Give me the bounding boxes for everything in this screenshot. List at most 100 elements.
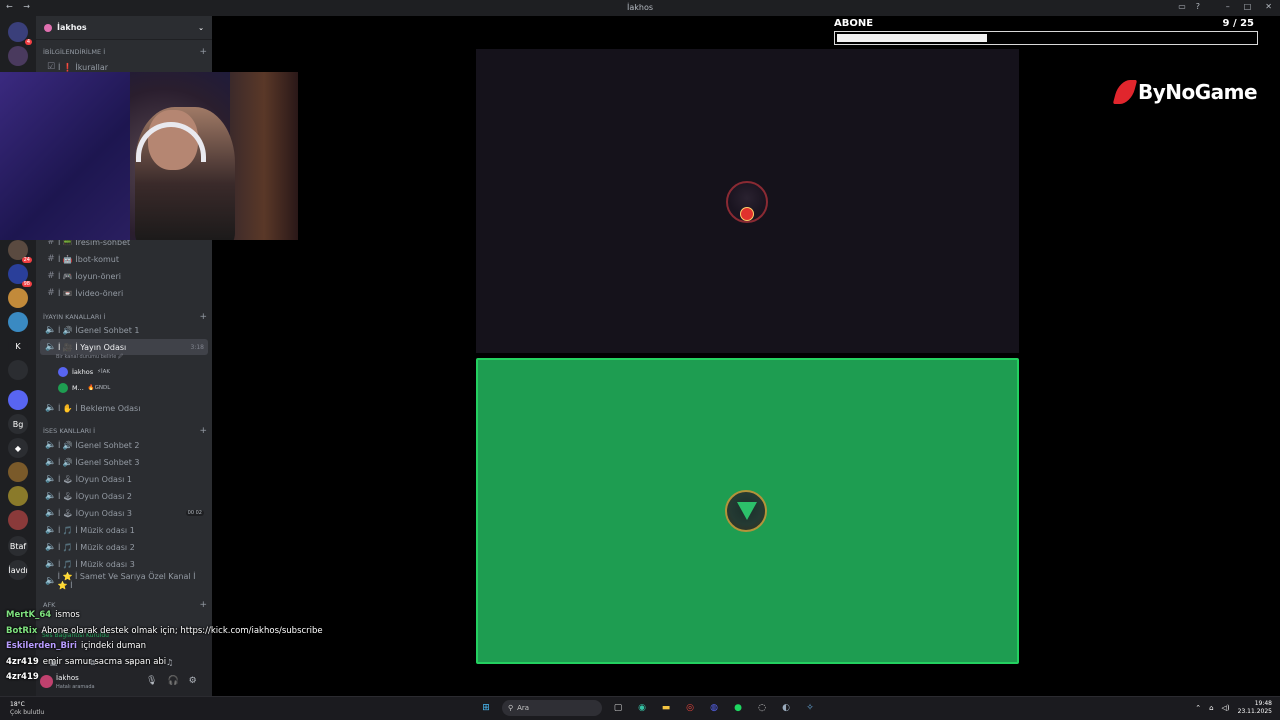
sponsor-logo: ByNoGame xyxy=(1112,80,1258,104)
participant-avatar-speaking[interactable] xyxy=(725,490,767,532)
text-channel[interactable]: # İ 🎮 İoyun-öneri xyxy=(40,268,208,284)
chat-text: Abone olarak destek olmak için; https://… xyxy=(41,625,323,636)
windows-start-icon[interactable]: ⊞ xyxy=(478,700,494,716)
speaker-icon: 🔈 xyxy=(45,559,57,569)
discord-icon[interactable]: ◍ xyxy=(706,700,722,716)
avatar xyxy=(58,383,68,393)
add-channel-icon[interactable]: + xyxy=(199,426,207,436)
taskbar: 18°C Çok bulutlu ⊞ ⚲ Ara ▢ ◉ ▬ ◎ ◍ ● ◌ ◐ … xyxy=(0,696,1280,720)
voice-channel-active[interactable]: 🔈 İ 🎥 İ Yayın Odası 3:18 xyxy=(40,339,208,355)
voice-channel[interactable]: 🔈 İ 🕹 İOyun Odası 2 xyxy=(40,488,208,504)
app-icon[interactable]: ✧ xyxy=(802,700,818,716)
server-icon[interactable]: 24 xyxy=(8,240,32,263)
chat-message: 4zr419 xyxy=(6,670,336,686)
network-icon[interactable]: ⌂ xyxy=(1209,704,1213,712)
voice-channel[interactable]: 🔈 İ 🔊 İGenel Sohbet 2 xyxy=(40,437,208,453)
system-clock[interactable]: 19:48 23.11.2025 xyxy=(1238,700,1272,716)
server-icon[interactable]: Btaf xyxy=(8,536,28,556)
chrome-icon[interactable]: ◎ xyxy=(682,700,698,716)
category-info[interactable]: İBİLGİLENDİRİLME İ + xyxy=(43,47,207,57)
speaker-icon: 🔈 xyxy=(45,508,57,518)
speaker-icon: 🔈 xyxy=(45,474,57,484)
minimize-icon[interactable]: – xyxy=(1226,2,1230,11)
server-icon[interactable] xyxy=(8,462,28,482)
volume-icon[interactable]: ◁) xyxy=(1222,704,1230,712)
guild-name: İakhos xyxy=(57,23,87,32)
participant-avatar[interactable] xyxy=(726,181,768,223)
server-icon[interactable] xyxy=(8,486,28,506)
chat-text: ismos xyxy=(55,610,80,620)
chat-message: MertK_64 ismos xyxy=(6,608,336,624)
steam-icon[interactable]: ◐ xyxy=(778,700,794,716)
chat-username: 4zr419 xyxy=(6,656,39,667)
speaker-icon: 🔈 xyxy=(45,542,57,552)
add-channel-icon[interactable]: + xyxy=(199,47,207,57)
chevron-down-icon[interactable]: ⌄ xyxy=(198,24,204,32)
speaker-icon: 🔈 xyxy=(45,342,57,352)
obs-icon[interactable]: ◌ xyxy=(754,700,770,716)
category-voice[interactable]: İSES KANLLARI İ + xyxy=(43,426,207,436)
guild-header[interactable]: İakhos ⌄ xyxy=(36,16,212,40)
subscriber-goal: ABONE 9 / 25 xyxy=(834,18,1258,45)
maximize-icon[interactable]: □ xyxy=(1244,2,1252,11)
logo-triangle-icon xyxy=(737,502,757,520)
category-stream[interactable]: İYAYIN KANALLARI İ + xyxy=(43,312,207,322)
chevron-up-icon[interactable]: ⌃ xyxy=(1195,704,1201,712)
avatar xyxy=(58,367,68,377)
help-icon[interactable]: ? xyxy=(1196,2,1200,11)
task-view-icon[interactable]: ▢ xyxy=(610,700,626,716)
server-icon[interactable]: ◆ xyxy=(8,438,28,458)
server-icon[interactable] xyxy=(8,46,28,66)
goal-progress-fill xyxy=(837,34,988,42)
chat-text: emir samur sacma sapan abi xyxy=(42,656,167,667)
hash-icon: # xyxy=(47,288,55,298)
server-icon[interactable] xyxy=(8,510,28,530)
server-icon[interactable]: Bg xyxy=(8,414,28,434)
server-icon[interactable] xyxy=(8,390,28,410)
server-icon[interactable] xyxy=(8,312,28,332)
speaker-icon: 🔈 xyxy=(45,325,57,335)
voice-channel[interactable]: 🔈 İ ✋ İ Bekleme Odası xyxy=(40,400,208,416)
speaker-icon: 🔈 xyxy=(45,491,57,501)
chat-message: 4zr419 emir samur sacma sapan abi xyxy=(6,655,336,671)
voice-channel[interactable]: 🔈 İ 🎵 İ Müzik odası 3 xyxy=(40,556,208,572)
voice-channel[interactable]: 🔈 İ 🕹 İOyun Odası 1 xyxy=(40,471,208,487)
search-icon: ⚲ xyxy=(508,704,514,712)
text-channel[interactable]: # İ 🤖 İbot-komut xyxy=(40,251,208,267)
server-icon[interactable]: 4 xyxy=(8,22,32,45)
voice-user[interactable]: İakhos ⚡İAK xyxy=(58,367,110,377)
speaker-icon: 🔈 xyxy=(45,457,57,467)
bynogame-logo-icon xyxy=(1112,80,1138,104)
voice-channel[interactable]: 🔈 İ 🔊 İGenel Sohbet 3 xyxy=(40,454,208,470)
voice-channel[interactable]: 🔈 İ 🔊 İGenel Sohbet 1 xyxy=(40,322,208,338)
server-icon[interactable]: 98 xyxy=(8,264,32,287)
hash-icon: # xyxy=(47,271,55,281)
chat-text: içindeki duman xyxy=(80,641,147,651)
voice-channel[interactable]: 🔈 İ 🎵 İ Müzik odası 2 xyxy=(40,539,208,555)
server-icon[interactable] xyxy=(8,360,28,380)
unread-badge: 24 xyxy=(21,257,32,263)
text-channel[interactable]: # İ 📼 İvideo-öneri xyxy=(40,285,208,301)
voice-channel[interactable]: 🔈 İ ⭐ İ Samet Ve Sarıya Özel Kanal İ ⭐ İ xyxy=(40,572,208,590)
channel-status[interactable]: Bir kanal durumu belirle 🖉 xyxy=(56,354,123,362)
voice-channel[interactable]: 🔈 İ 🎵 İ Müzik odası 1 xyxy=(40,522,208,538)
goal-progress-bar xyxy=(834,31,1258,45)
weather-widget[interactable]: 18°C Çok bulutlu xyxy=(10,701,44,717)
close-icon[interactable]: ✕ xyxy=(1265,2,1272,11)
server-icon[interactable]: K xyxy=(8,336,28,356)
server-icon[interactable] xyxy=(8,288,28,308)
spotify-icon[interactable]: ● xyxy=(730,700,746,716)
edge-icon[interactable]: ◉ xyxy=(634,700,650,716)
taskbar-search[interactable]: ⚲ Ara xyxy=(502,700,602,716)
voice-user[interactable]: M... 🔥GNDL xyxy=(58,383,110,393)
file-explorer-icon[interactable]: ▬ xyxy=(658,700,674,716)
inbox-icon[interactable]: ▭ xyxy=(1178,2,1186,11)
background-wall xyxy=(0,72,130,240)
voice-channel[interactable]: 🔈 İ 🕹 İOyun Odası 3 00 02 xyxy=(40,505,208,521)
speaker-icon: 🔈 xyxy=(45,576,57,586)
chat-username: Eskilerden_Biri xyxy=(6,641,77,651)
speaker-icon: 🔈 xyxy=(45,403,57,413)
server-icon[interactable]: İavdı xyxy=(8,560,28,580)
add-channel-icon[interactable]: + xyxy=(199,312,207,322)
voice-time: 3:18 xyxy=(190,343,204,351)
